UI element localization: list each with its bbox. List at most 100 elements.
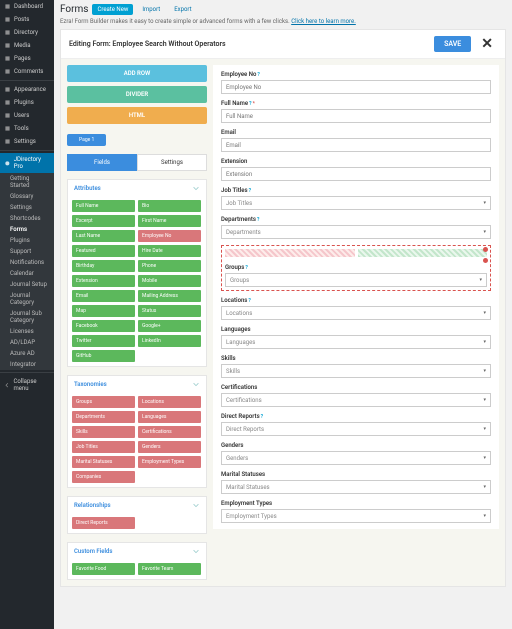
sidebar-subitem-plugins[interactable]: Plugins [0,235,54,246]
field-chip-genders[interactable]: Genders [138,441,201,453]
input-extension[interactable] [221,167,491,181]
form-field-email[interactable]: Email [221,129,491,152]
sidebar-item-settings[interactable]: Settings [0,135,54,148]
select-departments[interactable]: Departments▾ [221,225,491,239]
field-chip-phone[interactable]: Phone [138,260,201,272]
page-pill[interactable]: Page 1 [67,134,106,146]
field-chip-locations[interactable]: Locations [138,396,201,408]
form-field-employee-no[interactable]: Employee No? [221,71,491,94]
select-marital-statuses[interactable]: Marital Statuses▾ [221,480,491,494]
field-chip-twitter[interactable]: Twitter [72,335,135,347]
sidebar-item-media[interactable]: Media [0,39,54,52]
field-chip-mailing-address[interactable]: Mailing Address [138,290,201,302]
field-chip-full-name[interactable]: Full Name [72,200,135,212]
section-header-attributes[interactable]: Attributes [68,180,206,196]
field-chip-hire-date[interactable]: Hire Date [138,245,201,257]
field-chip-first-name[interactable]: First Name [138,215,201,227]
sidebar-subitem-integrator[interactable]: Integrator [0,359,54,370]
help-icon[interactable]: ? [257,72,259,78]
delete-icon[interactable] [483,258,488,263]
section-header-custom[interactable]: Custom Fields [68,543,206,559]
field-chip-certifications[interactable]: Certifications [138,426,201,438]
field-chip-groups[interactable]: Groups [72,396,135,408]
select-skills[interactable]: Skills▾ [221,364,491,378]
export-button[interactable]: Export [169,4,196,15]
sidebar-item-tools[interactable]: Tools [0,122,54,135]
create-new-button[interactable]: Create New [92,4,133,15]
sidebar-item-posts[interactable]: Posts [0,13,54,26]
sidebar-item-comments[interactable]: Comments [0,65,54,78]
sidebar-subitem-forms[interactable]: Forms [0,224,54,235]
field-chip-direct-reports[interactable]: Direct Reports [72,517,135,529]
select-languages[interactable]: Languages▾ [221,335,491,349]
form-field-extension[interactable]: Extension [221,158,491,181]
sidebar-subitem-calendar[interactable]: Calendar [0,268,54,279]
field-chip-employment-types[interactable]: Employment Types [138,456,201,468]
field-chip-map[interactable]: Map [72,305,135,317]
sidebar-subitem-glossary[interactable]: Glossary [0,191,54,202]
field-chip-last-name[interactable]: Last Name [72,230,135,242]
form-field-certifications[interactable]: CertificationsCertifications▾ [221,384,491,407]
sidebar-item-plugins[interactable]: Plugins [0,96,54,109]
form-field-departments[interactable]: Departments?Departments▾ [221,216,491,239]
section-header-relationships[interactable]: Relationships [68,497,206,513]
sidebar-subitem-support[interactable]: Support [0,246,54,257]
collapse-menu[interactable]: Collapse menu [0,375,54,395]
field-chip-departments[interactable]: Departments [72,411,135,423]
help-icon[interactable]: ? [249,101,251,107]
sidebar-subitem-journal-setup[interactable]: Journal Setup [0,279,54,290]
field-chip-job-titles[interactable]: Job Titles [72,441,135,453]
select-groups[interactable]: Groups▾ [225,273,487,287]
sidebar-subitem-licenses[interactable]: Licenses [0,326,54,337]
sidebar-subitem-settings[interactable]: Settings [0,202,54,213]
sidebar-subitem-shortcodes[interactable]: Shortcodes [0,213,54,224]
sidebar-subitem-azure-ad[interactable]: Azure AD [0,348,54,359]
field-chip-linkedin[interactable]: LinkedIn [138,335,201,347]
field-chip-github[interactable]: GitHub [72,350,135,362]
sidebar-item-users[interactable]: Users [0,109,54,122]
tab-settings[interactable]: Settings [137,154,207,171]
html-button[interactable]: HTML [67,107,207,124]
help-icon[interactable]: ? [245,265,247,271]
add-row-button[interactable]: ADD ROW [67,65,207,82]
field-chip-extension[interactable]: Extension [72,275,135,287]
input-email[interactable] [221,138,491,152]
field-chip-status[interactable]: Status [138,305,201,317]
select-genders[interactable]: Genders▾ [221,451,491,465]
input-employee-no[interactable] [221,80,491,94]
help-icon[interactable]: ? [249,188,251,194]
input-full-name[interactable] [221,109,491,123]
select-employment-types[interactable]: Employment Types▾ [221,509,491,523]
form-field-locations[interactable]: Locations?Locations▾ [221,297,491,320]
form-field-languages[interactable]: LanguagesLanguages▾ [221,326,491,349]
form-field-groups[interactable]: Groups?Groups▾ [221,245,491,291]
help-icon[interactable]: ? [248,298,250,304]
field-chip-languages[interactable]: Languages [138,411,201,423]
help-icon[interactable]: ? [261,414,263,420]
save-button[interactable]: SAVE [434,36,471,52]
form-field-genders[interactable]: GendersGenders▾ [221,442,491,465]
sidebar-subitem-journal-sub-category[interactable]: Journal Sub Category [0,308,54,326]
sidebar-item-directory[interactable]: Directory [0,26,54,39]
form-field-full-name[interactable]: Full Name?* [221,100,491,123]
learn-more-link[interactable]: Click here to learn more. [291,18,356,25]
section-header-taxonomies[interactable]: Taxonomies [68,376,206,392]
field-chip-google-[interactable]: Google+ [138,320,201,332]
field-chip-facebook[interactable]: Facebook [72,320,135,332]
import-button[interactable]: Import [137,4,165,15]
sidebar-subitem-ad-ldap[interactable]: AD/LDAP [0,337,54,348]
sidebar-subitem-journal-category[interactable]: Journal Category [0,290,54,308]
select-job-titles[interactable]: Job Titles▾ [221,196,491,210]
sidebar-item-dashboard[interactable]: Dashboard [0,0,54,13]
sidebar-item-appearance[interactable]: Appearance [0,83,54,96]
tab-fields[interactable]: Fields [67,154,137,171]
form-field-job-titles[interactable]: Job Titles?Job Titles▾ [221,187,491,210]
field-chip-employee-no[interactable]: Employee No [138,230,201,242]
select-direct-reports[interactable]: Direct Reports▾ [221,422,491,436]
sidebar-item-pages[interactable]: Pages [0,52,54,65]
field-chip-companies[interactable]: Companies [72,471,135,483]
field-chip-skills[interactable]: Skills [72,426,135,438]
sidebar-item-jdirectory[interactable]: JDirectory Pro [0,153,54,173]
form-field-marital-statuses[interactable]: Marital StatusesMarital Statuses▾ [221,471,491,494]
field-chip-mobile[interactable]: Mobile [138,275,201,287]
